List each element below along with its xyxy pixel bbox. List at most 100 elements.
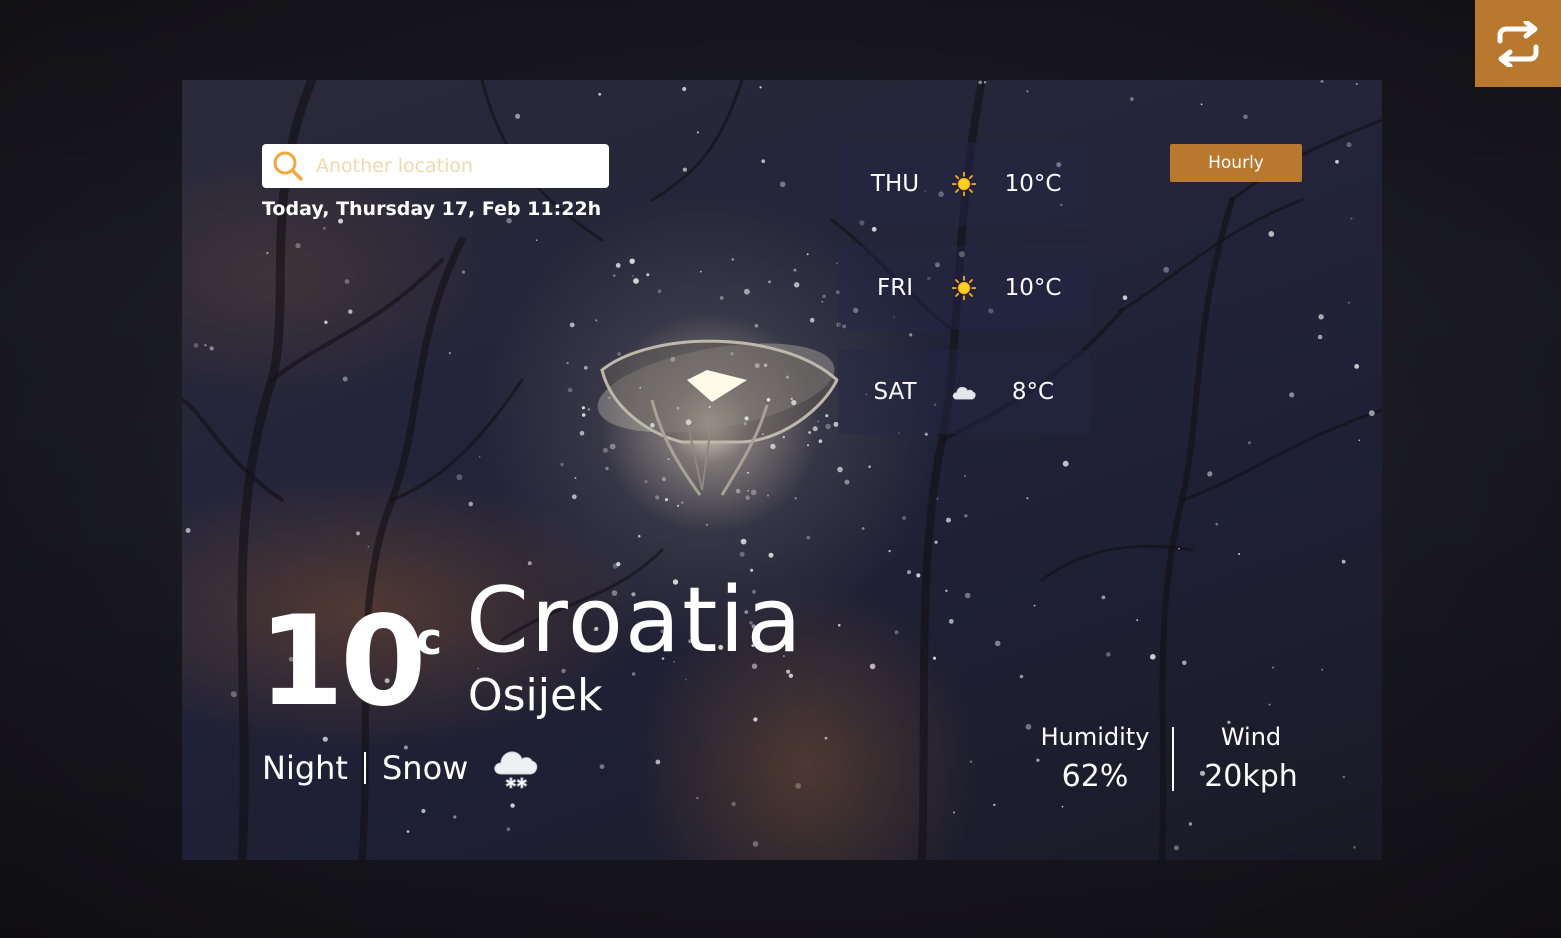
- snowflake: [657, 289, 662, 294]
- snowflake: [344, 279, 350, 284]
- forecast-day: THU: [870, 171, 920, 197]
- snowflake: [595, 319, 598, 322]
- search-bar[interactable]: [262, 144, 609, 188]
- forecast-temp: 10°C: [1004, 171, 1062, 197]
- snowflake: [838, 623, 841, 627]
- snowflake: [605, 466, 609, 471]
- snowflake: [682, 167, 687, 172]
- snowflake: [964, 592, 971, 599]
- snowflake: [1173, 845, 1179, 851]
- snowflake: [1358, 439, 1361, 442]
- snowflake: [456, 474, 463, 481]
- snowflake: [837, 466, 843, 473]
- snowflake: [766, 398, 771, 402]
- condition-divider: [363, 752, 366, 784]
- snowflake: [527, 561, 532, 566]
- snowflake: [807, 444, 809, 447]
- snowflake: [295, 243, 301, 249]
- forecast-day: FRI: [877, 275, 913, 301]
- snowflake: [266, 251, 269, 255]
- snowflake: [629, 258, 635, 264]
- snowflake: [1130, 97, 1134, 101]
- snowflake: [1215, 522, 1219, 526]
- snowflake: [794, 282, 800, 288]
- snowflake: [1271, 666, 1275, 669]
- snowflake: [808, 431, 811, 434]
- snowflake: [204, 344, 207, 347]
- snowflake: [794, 497, 797, 500]
- snowflake: [705, 523, 708, 526]
- snowflake: [818, 439, 823, 444]
- weather-card: Today, Thursday 17, Feb 11:22h THU 10°C …: [182, 80, 1382, 860]
- snowflake: [461, 270, 466, 274]
- snowflake: [770, 443, 776, 450]
- swap-button[interactable]: [1475, 0, 1561, 87]
- snowflake: [978, 80, 983, 85]
- snowflake: [806, 253, 809, 256]
- snowflake: [790, 397, 793, 400]
- snowflake: [644, 480, 648, 484]
- snowflake: [342, 376, 348, 382]
- snowflake: [1268, 703, 1271, 706]
- snowflake: [322, 226, 326, 230]
- snowflake: [916, 573, 921, 578]
- time-of-day: Night: [262, 749, 348, 787]
- snowflake: [608, 396, 611, 399]
- snowflake: [782, 436, 785, 439]
- snowflake: [670, 357, 676, 362]
- street-lamp: [597, 339, 839, 496]
- search-icon: [273, 151, 303, 181]
- snowflake: [367, 545, 370, 548]
- snowflake: [894, 630, 899, 635]
- snowflake: [1353, 845, 1356, 849]
- sun-icon: [952, 168, 976, 200]
- snowflake: [983, 81, 987, 84]
- snowflake: [579, 430, 585, 436]
- snowflake: [684, 678, 687, 681]
- forecast-list: THU 10°C FRI 10°C SAT 8°C: [838, 142, 1090, 454]
- hourly-button[interactable]: Hourly: [1170, 144, 1302, 182]
- snowflake: [791, 400, 797, 406]
- forecast-temp: 8°C: [1011, 379, 1055, 405]
- snowflake: [193, 343, 199, 348]
- snowflake: [907, 570, 911, 575]
- snowflake: [1321, 668, 1324, 671]
- snowflake: [1122, 295, 1128, 300]
- snowflake: [752, 841, 759, 847]
- snowflake: [613, 274, 616, 277]
- snowflake: [825, 414, 829, 418]
- snowflake: [637, 534, 641, 538]
- snowflake: [609, 443, 616, 450]
- snowflake: [861, 527, 865, 530]
- snow-cloud-icon: ✱ ✱: [492, 744, 540, 792]
- snowflake: [1136, 619, 1139, 622]
- snowflake: [945, 589, 948, 592]
- snowflake: [680, 501, 684, 504]
- snowflake: [650, 423, 655, 428]
- snowflake: [795, 782, 802, 789]
- snowflake: [739, 551, 745, 557]
- snowflake: [785, 375, 790, 379]
- snowflake: [1182, 660, 1187, 666]
- snowflake: [1243, 114, 1248, 120]
- snowflake: [209, 346, 214, 351]
- snowflake: [1178, 547, 1180, 550]
- snowflake: [581, 413, 586, 417]
- snowflake: [1320, 80, 1324, 83]
- search-input[interactable]: [314, 154, 598, 178]
- snowflake: [655, 495, 660, 500]
- snowflake: [661, 477, 666, 482]
- snowflake: [763, 363, 768, 367]
- snowflake: [1101, 595, 1106, 600]
- snowflake: [868, 465, 871, 469]
- city-name: Osijek: [468, 670, 603, 721]
- snowflake: [766, 494, 770, 497]
- snowflake: [406, 830, 410, 833]
- snowflake: [1019, 674, 1024, 679]
- snowflake: [1354, 364, 1360, 369]
- snowflake: [964, 475, 966, 477]
- snowflake: [566, 361, 569, 365]
- snowflake: [969, 760, 973, 763]
- snowflake: [510, 803, 515, 808]
- snowflake: [1342, 775, 1346, 779]
